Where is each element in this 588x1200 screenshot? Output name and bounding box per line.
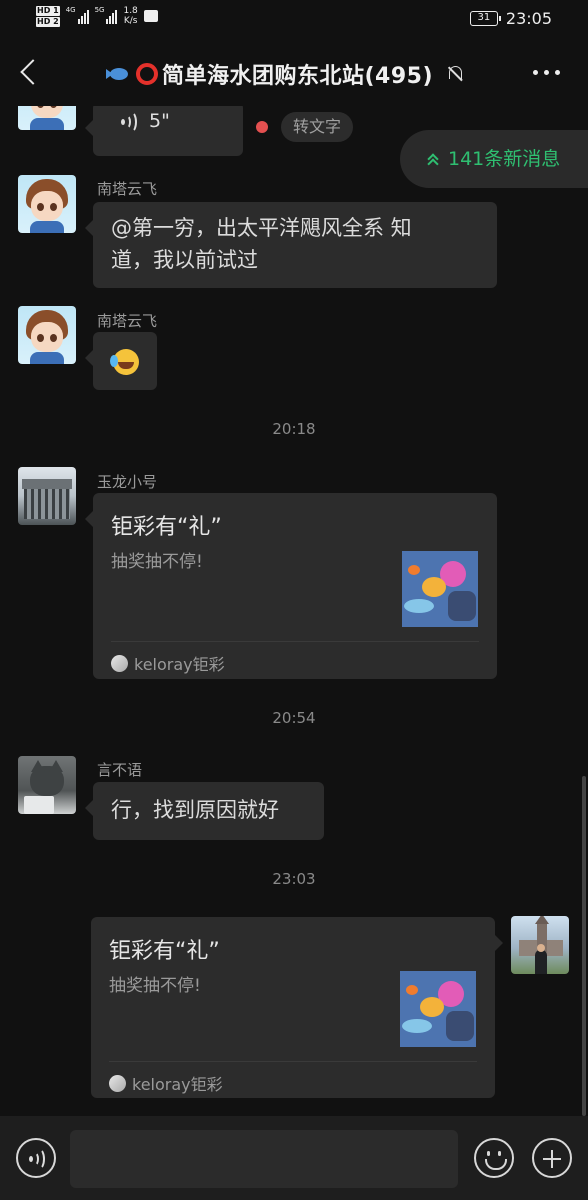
avatar[interactable] (18, 175, 76, 233)
plus-icon[interactable] (532, 1138, 572, 1178)
card-thumbnail (400, 971, 476, 1047)
convert-to-text-button[interactable]: 转文字 (281, 112, 354, 142)
card-description: 抽奖抽不停! (109, 976, 201, 996)
card-title: 钜彩有“礼” (109, 939, 220, 964)
voice-duration: 5" (149, 110, 170, 132)
battery-icon: 31 (469, 11, 501, 26)
avatar[interactable] (18, 467, 76, 525)
source-name: keloray钜彩 (134, 655, 225, 674)
signal-icon-2: 5G (95, 6, 118, 24)
card-title: 钜彩有“礼” (111, 515, 222, 540)
avatar[interactable] (18, 756, 76, 814)
card-source: keloray钜彩 (109, 1071, 223, 1095)
signal-icon-1: 4G (66, 6, 89, 24)
voice-input-icon (29, 1148, 47, 1170)
my-avatar[interactable] (511, 916, 569, 974)
sim-indicator: HD 1 HD 2 (36, 6, 60, 28)
card-thumbnail (402, 551, 478, 627)
unread-dot (256, 121, 268, 133)
mute-bell-icon (445, 64, 465, 84)
card-source: keloray钜彩 (111, 651, 225, 675)
avatar[interactable] (18, 106, 76, 130)
message-timestamp: 20:18 (272, 420, 316, 438)
mini-program-card[interactable]: 钜彩有“礼” 抽奖抽不停! keloray钜彩 (91, 917, 503, 1098)
status-bar: HD 1 HD 2 4G 5G 1.8 K/s 31 23:05 (0, 0, 588, 38)
new-messages-button[interactable]: 141条新消息 (400, 130, 588, 188)
status-left: HD 1 HD 2 4G 5G 1.8 K/s (36, 6, 158, 28)
emoji-icon[interactable] (474, 1138, 514, 1178)
scrollbar[interactable] (582, 776, 586, 1116)
text-message-bubble[interactable]: 行，找到原因就好 (85, 782, 324, 840)
message-timestamp: 20:54 (272, 709, 316, 727)
sender-name: 言不语 (97, 761, 143, 779)
hd1-label: HD 1 (36, 6, 60, 16)
source-name: keloray钜彩 (132, 1075, 223, 1094)
message-text: 道，我以前试过 (111, 248, 258, 272)
text-message-bubble[interactable]: @第一穷，出太平洋飓风全系 知 道，我以前试过 (85, 202, 497, 288)
message-input[interactable] (70, 1130, 458, 1188)
new-messages-label: 141条新消息 (448, 148, 561, 170)
avatar[interactable] (18, 306, 76, 364)
clock: 23:05 (505, 9, 552, 28)
chat-header: 简单海水团购东北站(495) (0, 38, 588, 106)
red-circle-emoji-icon (136, 63, 158, 85)
status-right: 31 23:05 (469, 9, 552, 28)
card-description: 抽奖抽不停! (111, 552, 203, 572)
source-logo-icon (111, 654, 128, 672)
card-divider (109, 1061, 477, 1062)
crying-laughing-emoji-icon (110, 349, 139, 375)
sender-name: 南塔云飞 (97, 312, 158, 330)
network-speed: 1.8 K/s (123, 6, 138, 26)
message-list[interactable]: 5" 转文字 141条新消息 南塔云飞 @第一穷，出太平洋飓风全系 知 道，我以… (0, 106, 588, 1116)
emoji-message-bubble[interactable] (85, 332, 157, 390)
notification-icon (143, 10, 158, 22)
message-text: 行，找到原因就好 (111, 798, 279, 822)
double-chevron-up-icon (428, 154, 438, 166)
hd2-label: HD 2 (36, 17, 60, 27)
chat-title-area[interactable]: 简单海水团购东北站(495) (106, 58, 465, 90)
mini-program-card[interactable]: 钜彩有“礼” 抽奖抽不停! keloray钜彩 (85, 493, 497, 679)
back-icon[interactable] (18, 58, 42, 86)
card-divider (111, 641, 479, 642)
source-logo-icon (109, 1074, 126, 1092)
chat-title: 简单海水团购东北站(495) (162, 64, 434, 89)
input-bar (0, 1116, 588, 1200)
fish-emoji-icon (106, 66, 132, 82)
more-icon[interactable] (533, 70, 560, 75)
message-text: @第一穷，出太平洋飓风全系 知 (111, 216, 412, 240)
sender-name: 南塔云飞 (97, 180, 158, 198)
message-timestamp: 23:03 (272, 870, 316, 888)
voice-input-button[interactable] (16, 1138, 56, 1178)
sender-name: 玉龙小号 (97, 473, 158, 491)
voice-playback-icon (121, 111, 139, 133)
voice-message-bubble[interactable]: 5" (85, 106, 243, 156)
